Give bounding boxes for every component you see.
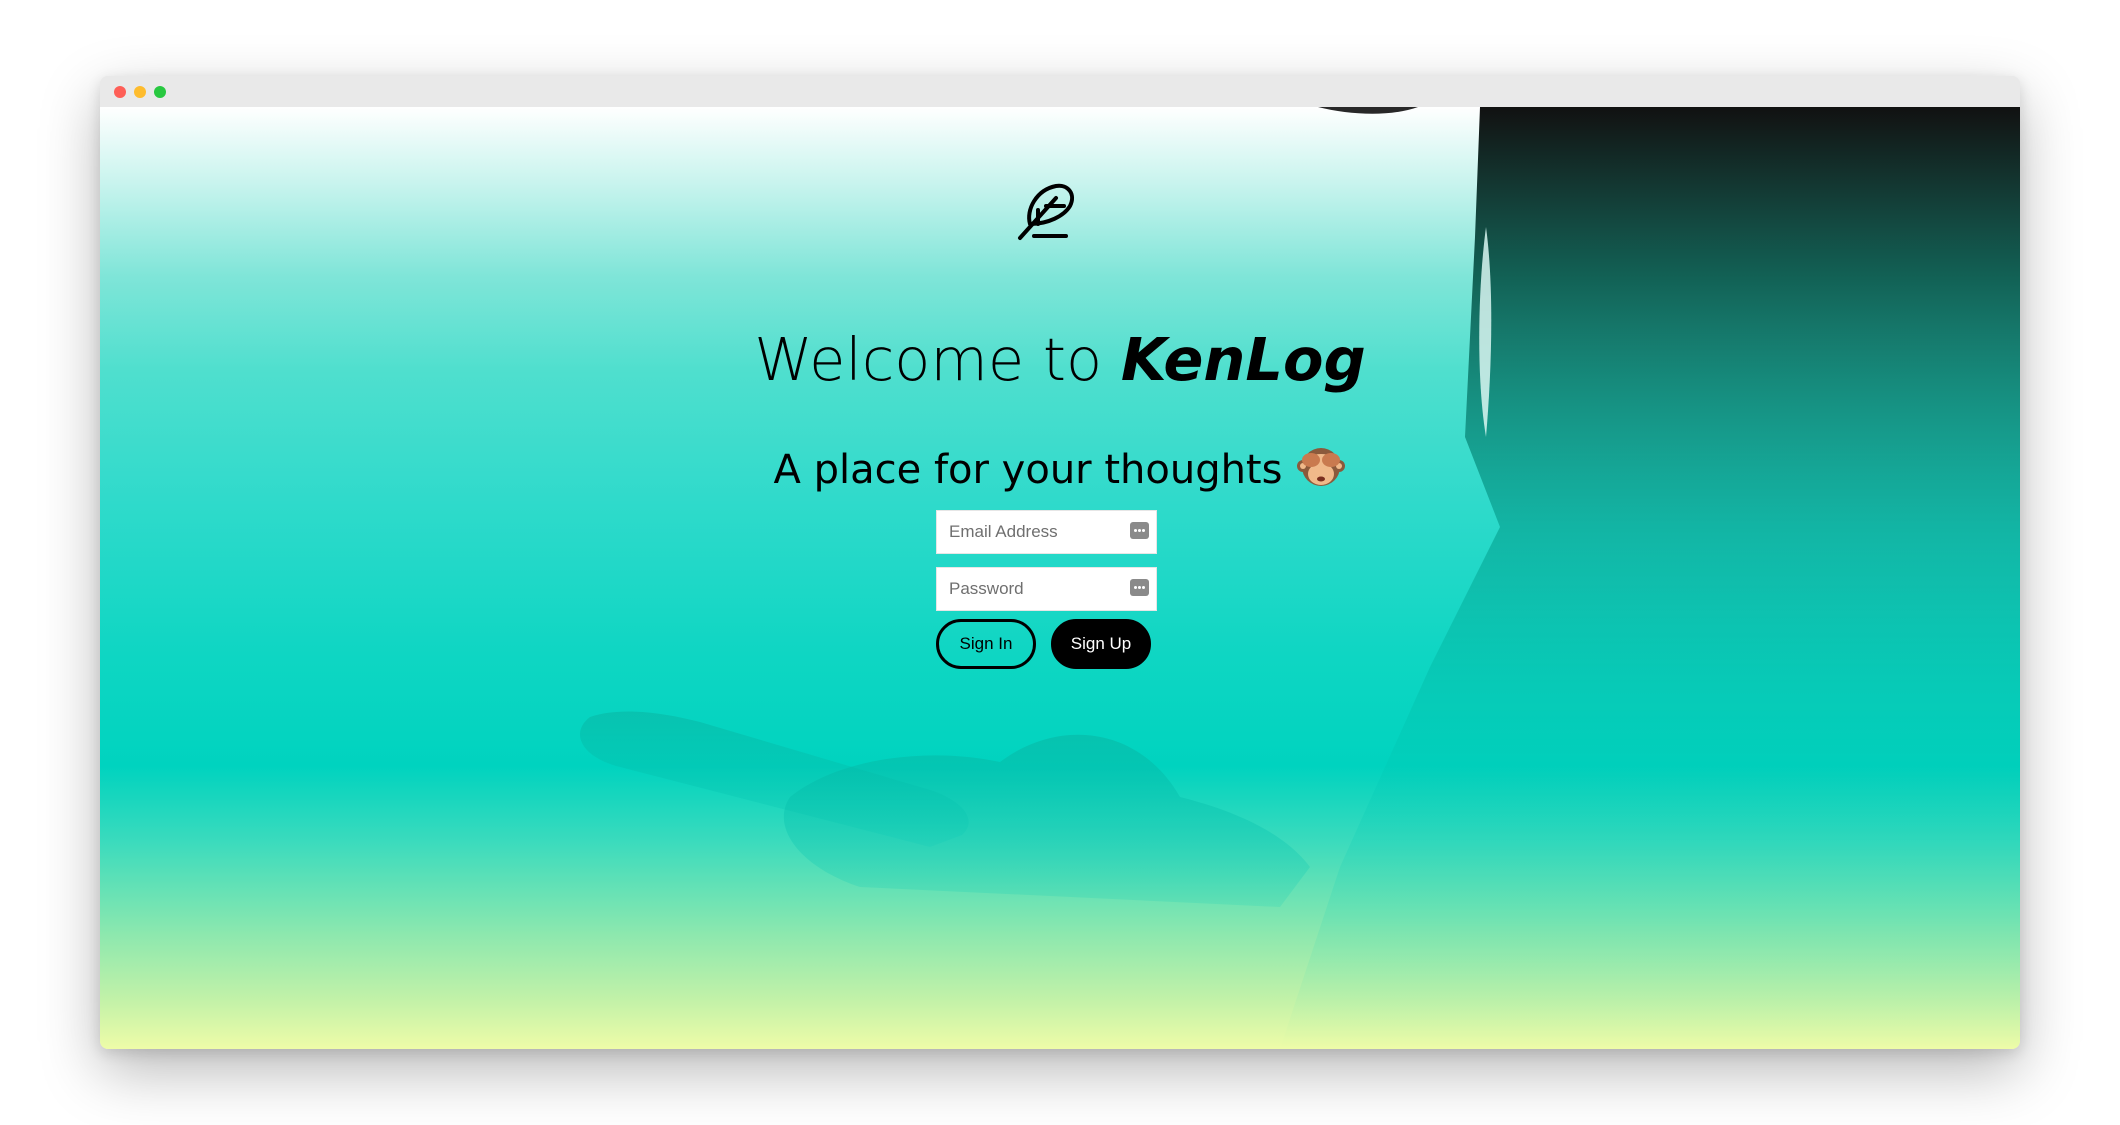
browser-window: Welcome to KenLog A place for your thoug…	[100, 76, 2020, 1049]
brand-name: KenLog	[1120, 325, 1366, 394]
email-field[interactable]	[936, 510, 1157, 554]
page-viewport: Welcome to KenLog A place for your thoug…	[100, 107, 2020, 1049]
page-title: Welcome to KenLog	[100, 325, 2020, 395]
title-prefix: Welcome to	[754, 325, 1121, 394]
hands-shape	[783, 734, 1310, 907]
hair-shape	[1318, 107, 1418, 114]
password-manager-key-icon[interactable]	[1130, 522, 1149, 539]
page-subtitle: A place for your thoughts	[100, 441, 2020, 495]
password-manager-key-icon[interactable]	[1130, 579, 1149, 596]
minimize-window-button[interactable]	[134, 86, 146, 98]
screenshot-stage: Welcome to KenLog A place for your thoug…	[0, 0, 2120, 1125]
password-field[interactable]	[936, 567, 1157, 611]
sign-in-button[interactable]: Sign In	[936, 619, 1036, 669]
feather-pen-icon	[1018, 183, 1075, 240]
password-input[interactable]	[937, 568, 1129, 610]
email-input[interactable]	[937, 511, 1129, 553]
window-titlebar	[100, 76, 2020, 107]
see-no-evil-monkey-icon	[1297, 448, 1346, 486]
person-silhouette	[1280, 107, 2020, 1049]
sign-up-button[interactable]: Sign Up	[1051, 619, 1151, 669]
zoom-window-button[interactable]	[154, 86, 166, 98]
close-window-button[interactable]	[114, 86, 126, 98]
subtitle-text: A place for your thoughts	[773, 447, 1283, 493]
